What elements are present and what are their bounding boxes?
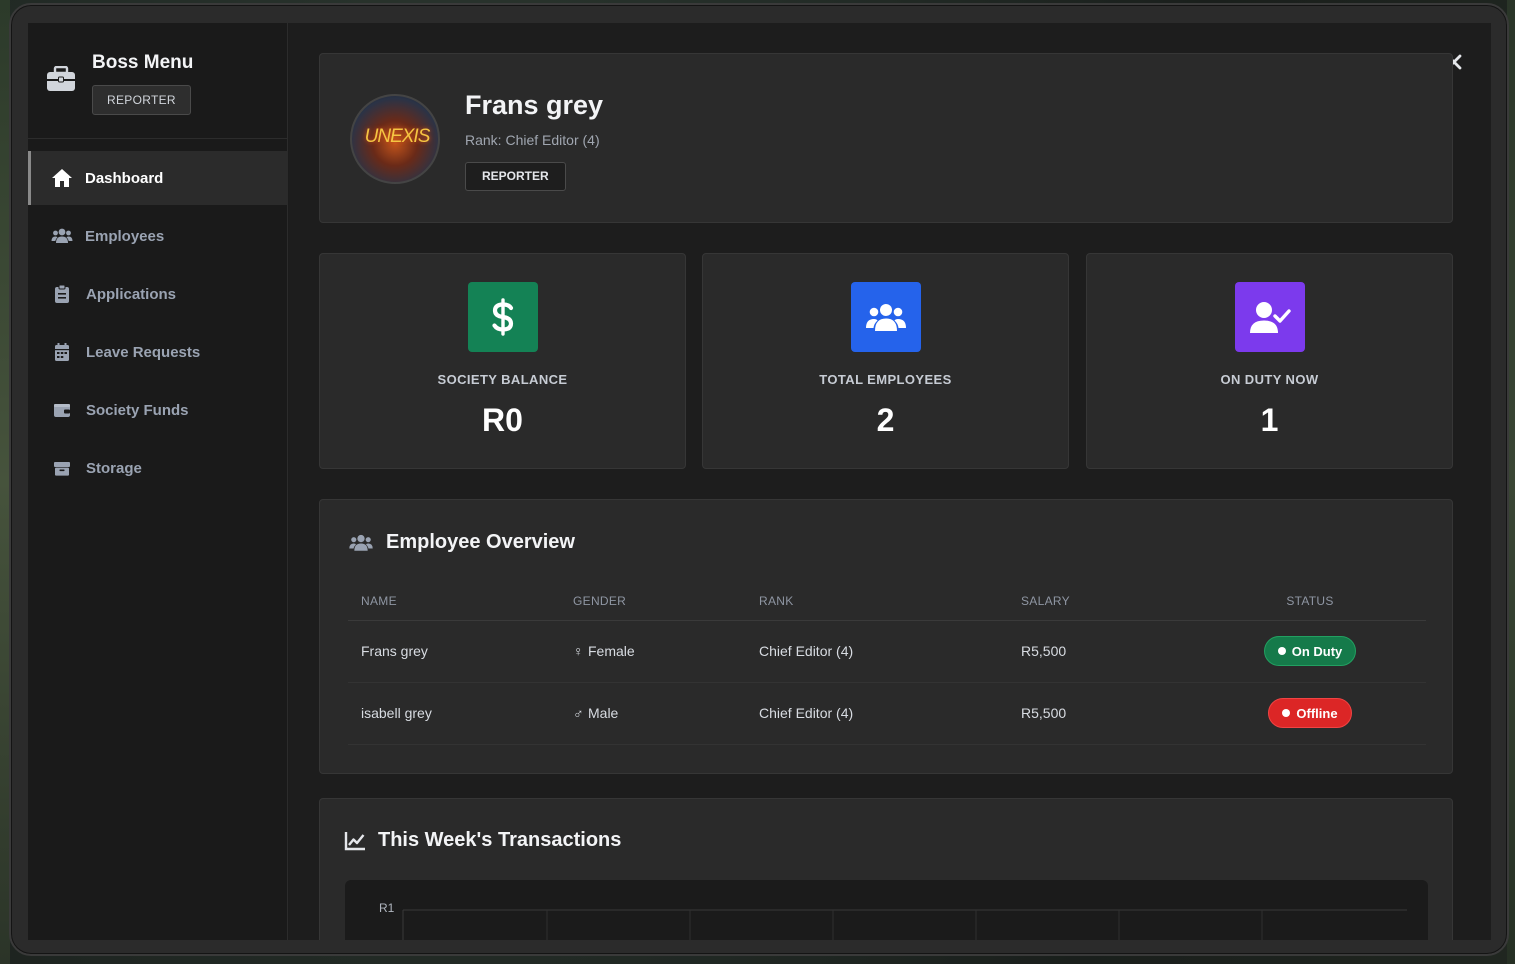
home-icon (52, 169, 72, 187)
employee-table: NAME GENDER RANK SALARY STATUS Frans gre… (348, 582, 1426, 745)
employee-gender: ♂ Male (560, 682, 746, 745)
job-badge: REPORTER (92, 85, 191, 115)
stat-label: ON DUTY NOW (1220, 372, 1319, 387)
employee-salary: R5,500 (1008, 620, 1194, 683)
sidebar-item-label: Applications (86, 285, 177, 303)
stat-value: 2 (876, 402, 895, 438)
gender-label: Male (588, 705, 619, 721)
transactions-card: This Week's Transactions R1 (319, 798, 1453, 940)
status-text: Offline (1296, 705, 1338, 721)
employee-status: On Duty (1194, 620, 1426, 683)
users-icon (349, 534, 373, 551)
employee-rank: Chief Editor (4) (746, 620, 1008, 683)
stat-icon-box (851, 282, 921, 352)
sidebar-title: Boss Menu (92, 52, 194, 73)
table-row: Frans grey ♀ Female Chief Editor (4) R5,5… (348, 620, 1426, 683)
sidebar-item-label: Dashboard (85, 169, 164, 187)
stat-value: R0 (482, 402, 523, 438)
section-title: Employee Overview (348, 531, 575, 554)
stat-card-society-balance: SOCIETY BALANCE R0 (319, 253, 686, 469)
sidebar-item-storage[interactable]: Storage (28, 441, 288, 495)
status-badge-offline: Offline (1268, 698, 1352, 728)
briefcase-icon (47, 66, 75, 91)
sidebar-item-label: Leave Requests (86, 343, 201, 361)
status-dot (1277, 647, 1286, 655)
column-header-status: STATUS (1194, 582, 1426, 621)
avatar-logo-text: UNEXIS (364, 126, 431, 147)
status-text: On Duty (1291, 643, 1343, 659)
sidebar: Boss Menu REPORTER Dashboard Employees A… (28, 23, 288, 940)
boss-menu-panel: Boss Menu REPORTER Dashboard Employees A… (28, 23, 1491, 940)
sidebar-item-society-funds[interactable]: Society Funds (28, 383, 288, 437)
clipboard-icon (55, 284, 69, 303)
stat-label: SOCIETY BALANCE (437, 372, 568, 387)
section-title: This Week's Transactions (344, 829, 621, 852)
employee-status: Offline (1194, 682, 1426, 745)
stat-card-total-employees: TOTAL EMPLOYEES 2 (702, 253, 1069, 469)
sidebar-item-applications[interactable]: Applications (28, 267, 288, 321)
stat-value: 1 (1260, 402, 1279, 438)
stat-label: TOTAL EMPLOYEES (819, 372, 952, 387)
column-header-gender: GENDER (560, 582, 746, 621)
transactions-title: This Week's Transactions (378, 829, 622, 851)
employee-rank: Chief Editor (4) (746, 682, 1008, 745)
column-header-rank: RANK (746, 582, 1008, 621)
employee-overview-card: Employee Overview NAME GENDER RANK SALAR… (319, 499, 1453, 774)
female-icon: ♀ (573, 643, 584, 659)
sidebar-item-label: Employees (85, 227, 165, 245)
employee-name: isabell grey (348, 682, 560, 745)
main-content: UNEXIS Frans grey Rank: Chief Editor (4)… (289, 23, 1491, 940)
wallet-icon (54, 404, 70, 417)
employee-salary: R5,500 (1008, 682, 1194, 745)
users-icon (51, 228, 73, 243)
gender-label: Female (588, 643, 635, 659)
box-icon (54, 462, 70, 476)
avatar: UNEXIS (350, 94, 440, 184)
stat-icon-box (468, 282, 538, 352)
calendar-icon (55, 343, 69, 361)
transactions-chart: R1 (345, 880, 1428, 940)
dollar-icon (492, 298, 514, 336)
boss-menu-window: Boss Menu REPORTER Dashboard Employees A… (9, 3, 1509, 956)
profile-rank: Rank: Chief Editor (4) (465, 132, 600, 148)
profile-card: UNEXIS Frans grey Rank: Chief Editor (4)… (319, 53, 1453, 223)
table-row: isabell grey ♂ Male Chief Editor (4) R5,5… (348, 682, 1426, 745)
stat-card-on-duty-now: ON DUTY NOW 1 (1086, 253, 1453, 469)
users-icon (866, 304, 906, 331)
sidebar-item-label: Society Funds (86, 401, 189, 419)
sidebar-item-employees[interactable]: Employees (28, 209, 288, 263)
employee-name: Frans grey (348, 620, 560, 683)
profile-job-badge: REPORTER (465, 162, 566, 191)
line-chart-icon (344, 831, 365, 850)
sidebar-item-leave-requests[interactable]: Leave Requests (28, 325, 288, 379)
column-header-salary: SALARY (1008, 582, 1194, 621)
employee-gender: ♀ Female (560, 620, 746, 683)
status-dot (1282, 709, 1291, 717)
employee-overview-title: Employee Overview (386, 531, 575, 553)
sidebar-item-dashboard[interactable]: Dashboard (28, 151, 288, 205)
table-header-row: NAME GENDER RANK SALARY STATUS (348, 582, 1426, 621)
sidebar-header: Boss Menu REPORTER (28, 23, 288, 139)
chart-grid (402, 909, 1407, 940)
sidebar-item-label: Storage (86, 459, 142, 477)
profile-name: Frans grey (465, 90, 604, 120)
user-check-icon (1250, 302, 1291, 333)
stat-icon-box (1235, 282, 1305, 352)
sidebar-nav: Dashboard Employees Applications Leave R… (28, 151, 288, 499)
column-header-name: NAME (348, 582, 560, 621)
status-badge-on-duty: On Duty (1263, 636, 1357, 666)
male-icon: ♂ (573, 705, 584, 721)
